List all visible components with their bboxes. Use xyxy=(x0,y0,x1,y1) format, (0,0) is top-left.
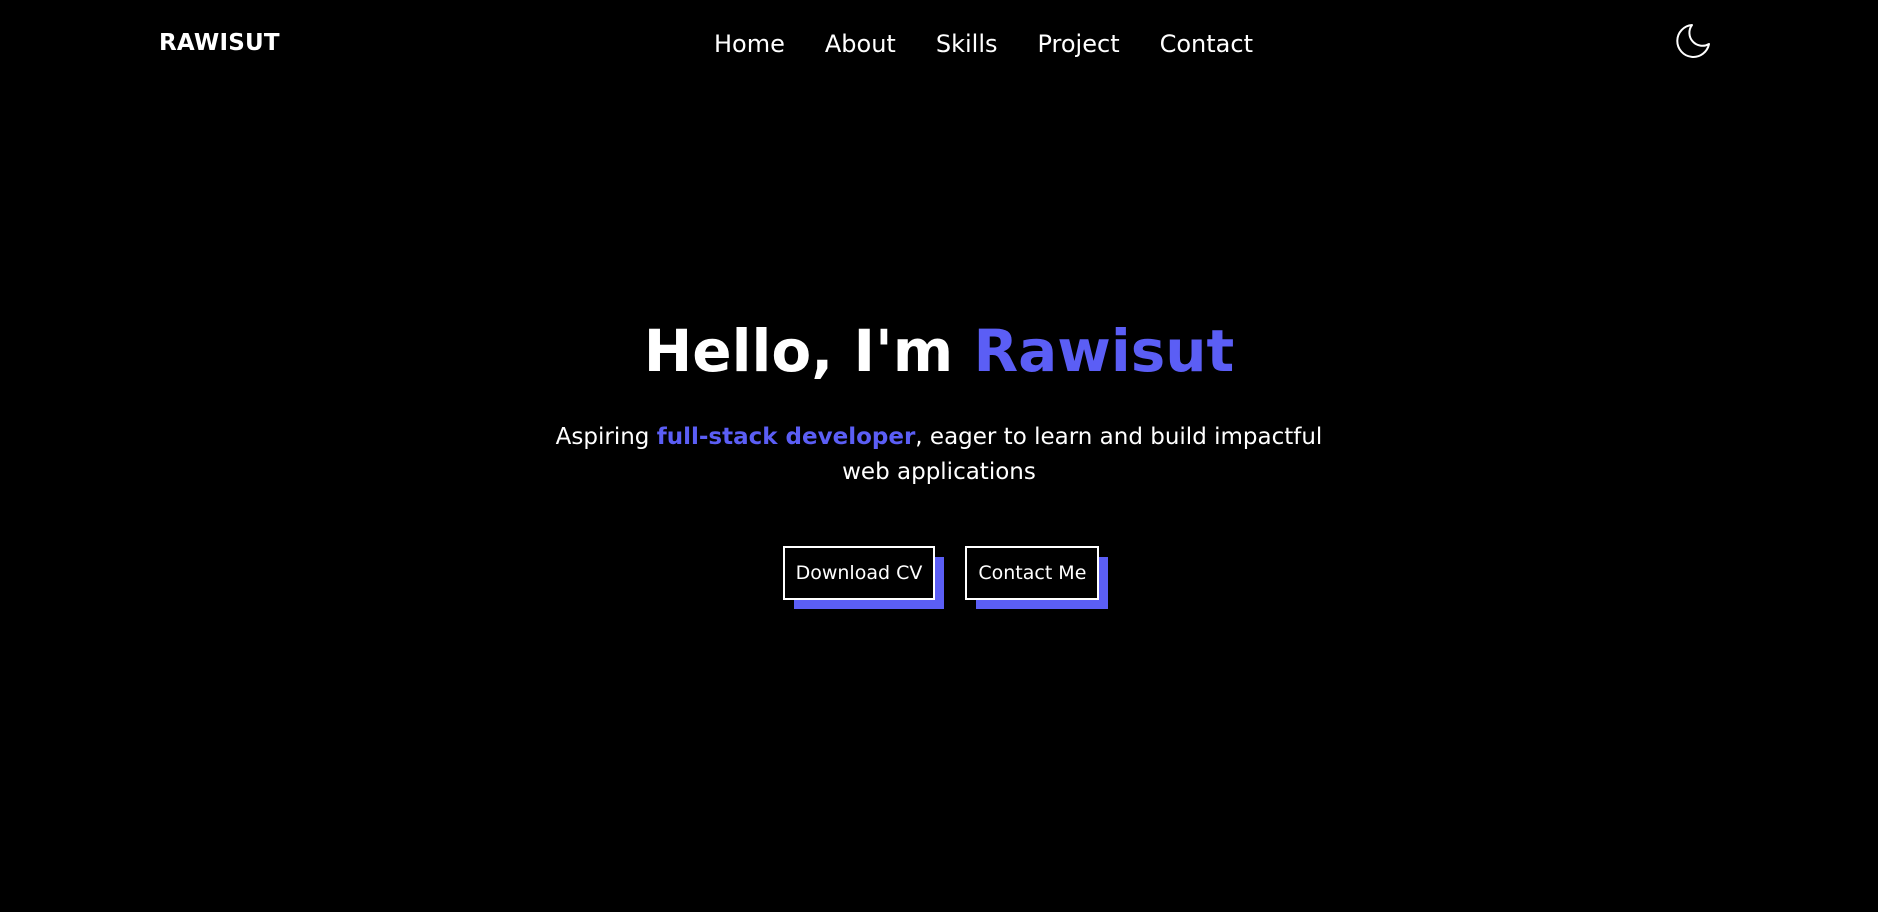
hero-actions: Download CV Contact Me xyxy=(0,546,1878,609)
nav-about[interactable]: About xyxy=(825,30,896,58)
hero-name: Rawisut xyxy=(973,317,1235,385)
hero-section: Hello, I'm Rawisut Aspiring full-stack d… xyxy=(0,312,1878,490)
site-header: RAWISUT Home About Skills Project Contac… xyxy=(0,0,1878,92)
brand-logo[interactable]: RAWISUT xyxy=(159,30,280,56)
moon-icon xyxy=(1676,24,1710,58)
nav-project[interactable]: Project xyxy=(1037,30,1119,58)
hero-subtitle: Aspiring full-stack developer, eager to … xyxy=(539,420,1339,490)
hero-sub-suffix: , eager to learn and build impactful web… xyxy=(842,424,1323,485)
hero-title: Hello, I'm Rawisut xyxy=(0,312,1878,390)
nav-home[interactable]: Home xyxy=(714,30,785,58)
nav-contact[interactable]: Contact xyxy=(1160,30,1253,58)
download-cv-button[interactable]: Download CV xyxy=(782,546,936,600)
hero-greeting: Hello, I'm xyxy=(643,317,974,385)
contact-me-wrapper: Contact Me xyxy=(965,546,1109,609)
theme-toggle-button[interactable] xyxy=(1672,20,1714,62)
contact-me-button[interactable]: Contact Me xyxy=(965,546,1100,600)
nav-skills[interactable]: Skills xyxy=(936,30,998,58)
main-nav: Home About Skills Project Contact xyxy=(714,30,1253,58)
download-cv-wrapper: Download CV xyxy=(782,546,945,609)
hero-sub-highlight: full-stack developer xyxy=(656,424,916,450)
hero-sub-prefix: Aspiring xyxy=(555,424,657,450)
